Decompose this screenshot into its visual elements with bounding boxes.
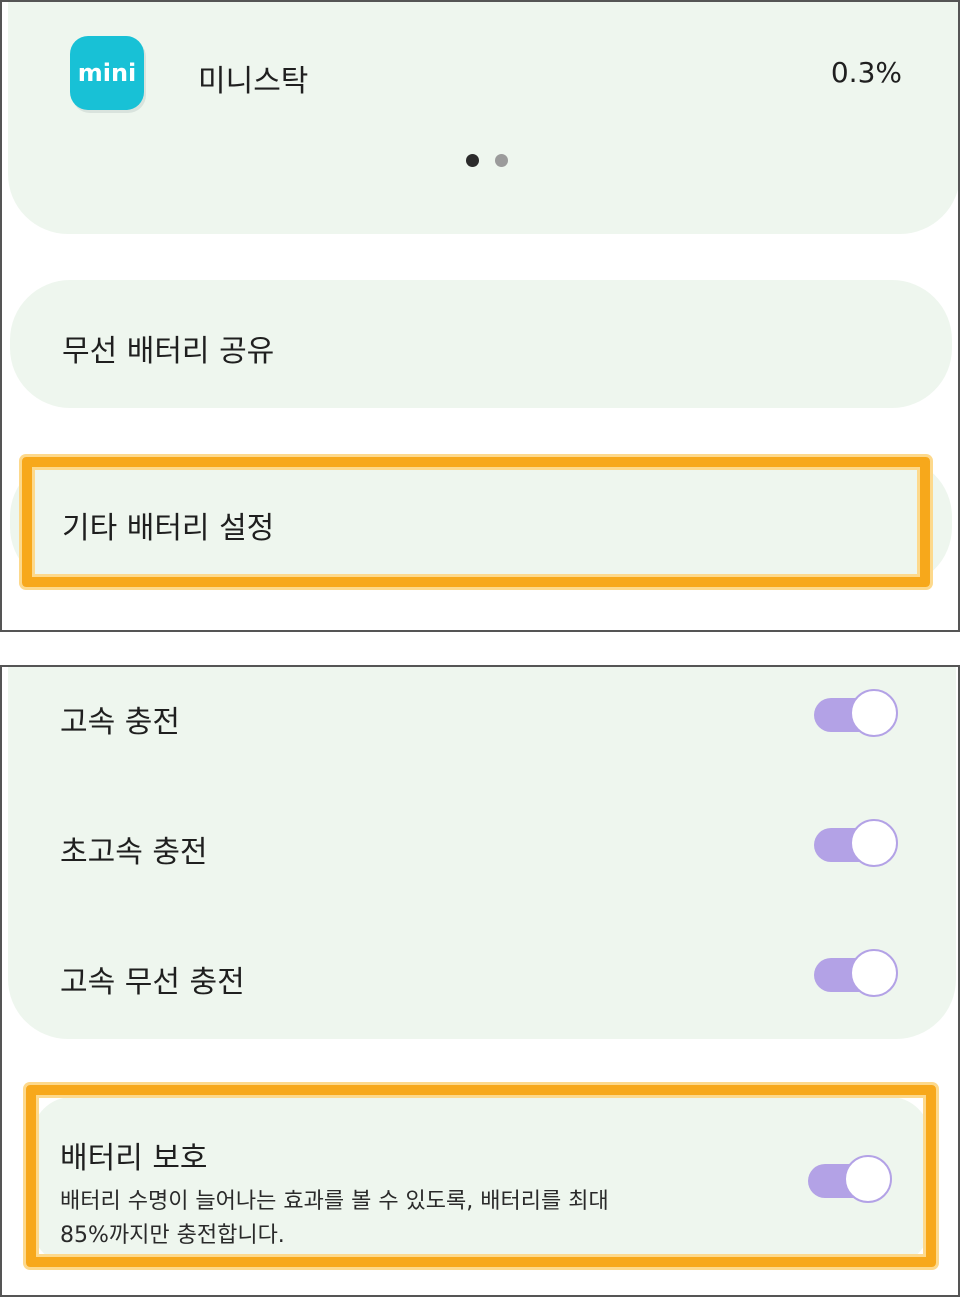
charging-options-card: 고속 충전 초고속 충전 고속 무선 충전	[8, 667, 956, 1039]
battery-screen-bottom: 고속 충전 초고속 충전 고속 무선 충전 배터리 보호 배터리 수명이 늘어나…	[0, 665, 960, 1297]
battery-protect-description-line2: 85%까지만 충전합니다.	[60, 1223, 285, 1248]
toggle-thumb	[844, 1155, 892, 1203]
other-battery-settings-label: 기타 배터리 설정	[62, 511, 275, 546]
battery-protect-item[interactable]: 배터리 보호 배터리 수명이 늘어나는 효과를 볼 수 있도록, 배터리를 최대…	[32, 1097, 930, 1265]
fast-charging-label: 고속 충전	[60, 705, 180, 740]
wireless-battery-share-label: 무선 배터리 공유	[62, 334, 275, 369]
fast-wireless-charging-label: 고속 무선 충전	[60, 965, 245, 1000]
wireless-battery-share-item[interactable]: 무선 배터리 공유	[10, 280, 952, 408]
app-usage-card: mini 미니스탁 0.3%	[8, 2, 958, 234]
app-name: 미니스탁	[198, 64, 309, 99]
other-battery-settings-item[interactable]: 기타 배터리 설정	[10, 457, 952, 587]
battery-protect-description: 배터리 수명이 늘어나는 효과를 볼 수 있도록, 배터리를 최대 85%까지만…	[60, 1185, 700, 1253]
toggle-thumb	[850, 949, 898, 997]
battery-protect-title: 배터리 보호	[60, 1141, 208, 1176]
page-indicator-dot-inactive	[495, 154, 508, 167]
battery-screen-top: mini 미니스탁 0.3% 무선 배터리 공유 기타 배터리 설정	[0, 0, 960, 632]
super-fast-charging-toggle[interactable]	[814, 819, 898, 869]
battery-protect-description-line1: 배터리 수명이 늘어나는 효과를 볼 수 있도록, 배터리를 최대	[60, 1189, 609, 1214]
battery-protect-toggle[interactable]	[808, 1155, 892, 1205]
super-fast-charging-label: 초고속 충전	[60, 835, 208, 870]
app-icon-ministock[interactable]: mini	[70, 36, 144, 110]
toggle-thumb	[850, 819, 898, 867]
toggle-thumb	[850, 689, 898, 737]
fast-wireless-charging-toggle[interactable]	[814, 949, 898, 999]
app-battery-percent: 0.3%	[830, 56, 902, 89]
page-indicator-dot-active	[466, 154, 479, 167]
fast-charging-toggle[interactable]	[814, 689, 898, 739]
